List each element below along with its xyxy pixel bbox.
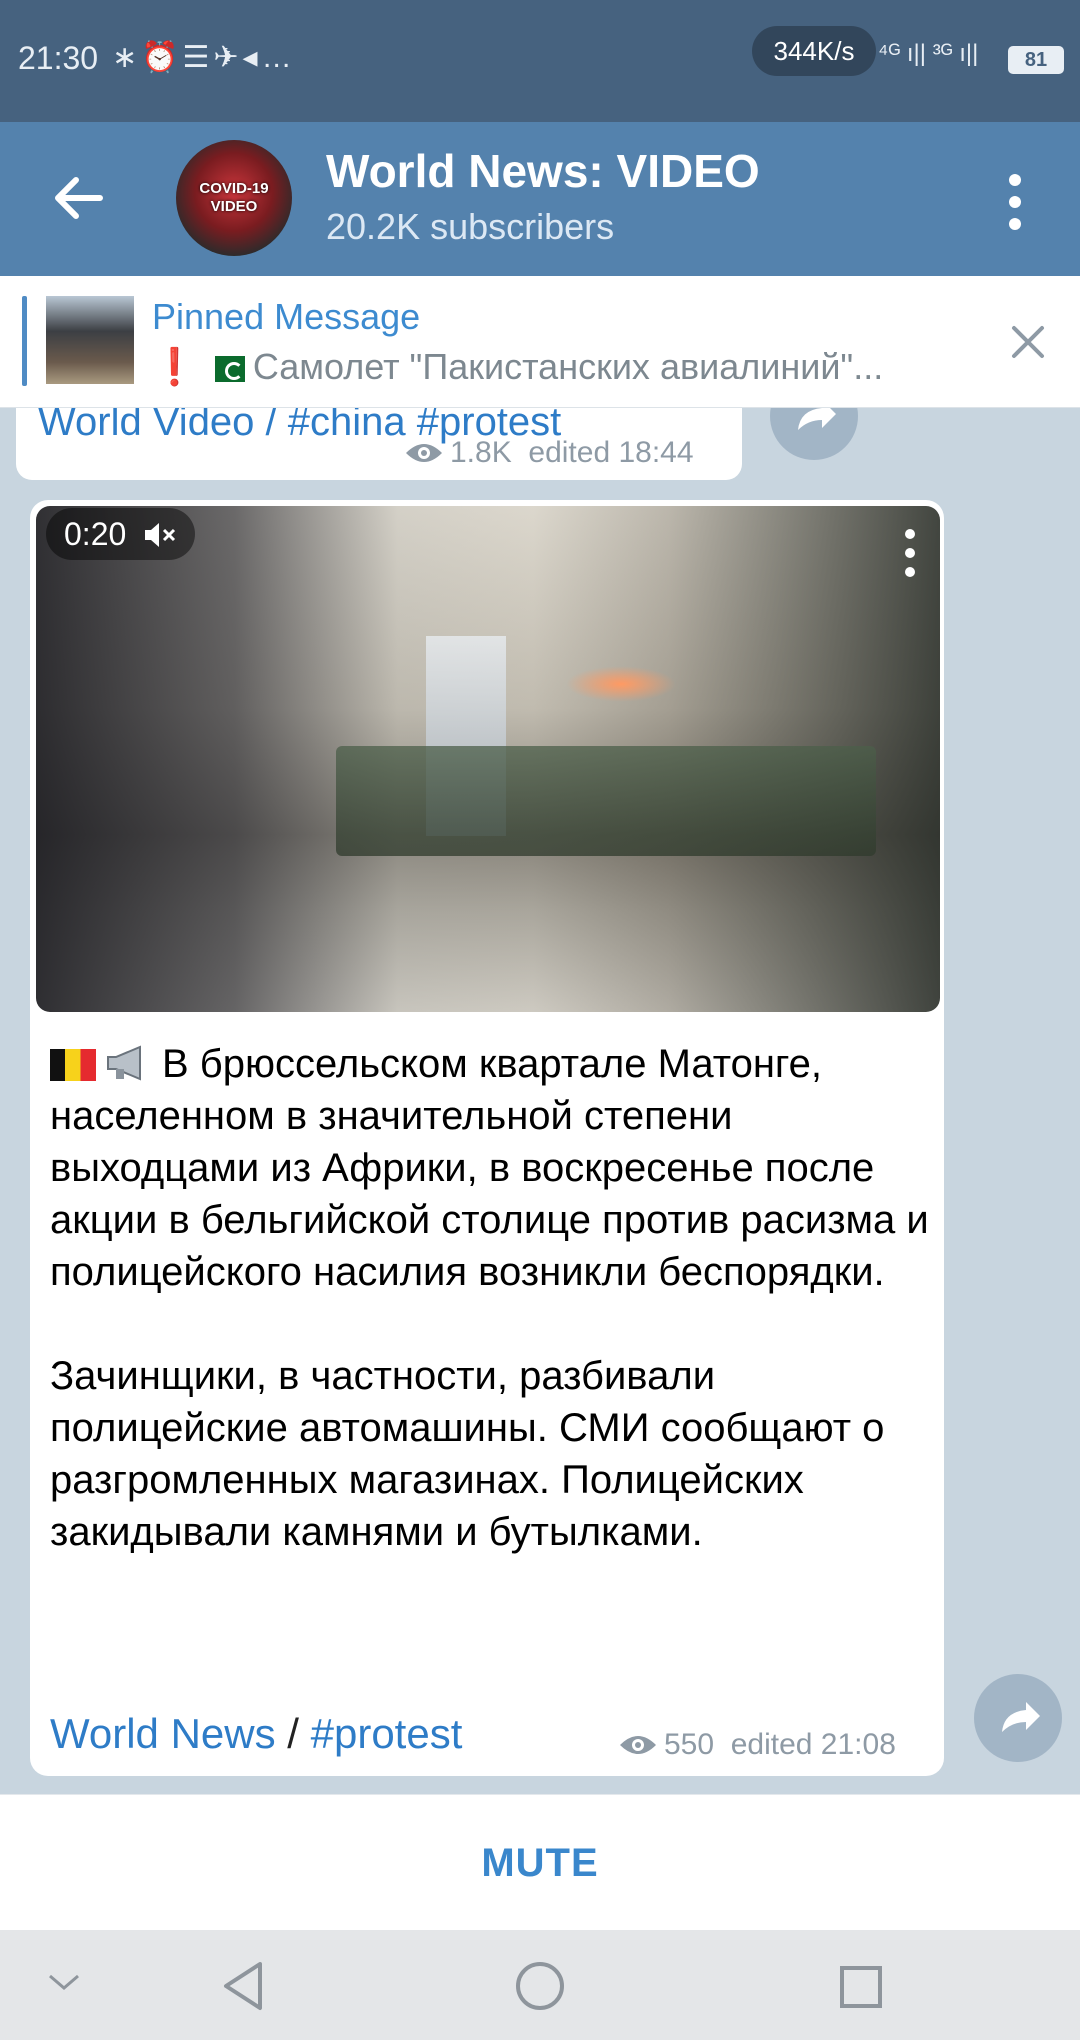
- back-triangle-icon[interactable]: [216, 1958, 272, 2019]
- muted-speaker-icon: [145, 523, 176, 547]
- previous-message-meta: 1.8K edited 18:44: [404, 436, 694, 470]
- paragraph-1-text: В брюссельском квартале Матонге, населен…: [50, 1042, 929, 1294]
- pinned-message-bar[interactable]: Pinned Message ❗ Самолет "Пакистанских ав…: [0, 276, 1080, 408]
- video-player[interactable]: [36, 506, 940, 1012]
- pinned-thumbnail: [46, 296, 134, 384]
- megaphone-icon: [107, 1045, 141, 1081]
- share-button[interactable]: [770, 408, 858, 460]
- signal-icons: ⁴ᴳ ı|| ³ᴳ ı||: [878, 40, 979, 67]
- link-world-news[interactable]: World News: [50, 1710, 276, 1757]
- close-icon[interactable]: [1010, 324, 1046, 360]
- previous-edited: edited 18:44: [528, 436, 694, 469]
- video-frame-detail: [336, 746, 876, 856]
- belgium-flag-icon: [50, 1049, 96, 1081]
- chat-header: COVID-19 VIDEO World News: VIDEO 20.2K s…: [0, 122, 1080, 276]
- status-bar: 21:30 ∗⏰☰✈◂… 344K/s ⁴ᴳ ı|| ³ᴳ ı|| 81: [0, 0, 1080, 122]
- exclamation-icon: ❗: [152, 346, 197, 387]
- edited-time: edited 21:08: [730, 1728, 896, 1761]
- hide-keyboard-icon[interactable]: [46, 1970, 82, 1999]
- share-icon: [798, 408, 836, 430]
- video-more-icon[interactable]: [898, 528, 922, 578]
- mute-button[interactable]: MUTE: [0, 1841, 1080, 1886]
- pinned-preview: ❗ Самолет "Пакистанских авиалиний"...: [152, 346, 952, 388]
- video-duration: 0:20: [64, 516, 127, 552]
- previous-views: 1.8K: [450, 436, 512, 469]
- status-time: 21:30: [18, 40, 99, 76]
- home-circle-icon[interactable]: [512, 1958, 568, 2019]
- recents-square-icon[interactable]: [836, 1962, 886, 2017]
- pakistan-flag-icon: [204, 356, 245, 382]
- share-icon: [1002, 1702, 1040, 1732]
- notification-icons: ∗⏰☰✈◂…: [112, 41, 296, 74]
- video-frame-detail: [566, 666, 676, 702]
- pinned-accent-line: [22, 296, 27, 386]
- link-hashtag-protest[interactable]: #protest: [311, 1710, 463, 1757]
- link-separator: /: [287, 1710, 299, 1757]
- video-duration-badge[interactable]: 0:20: [46, 508, 196, 560]
- message-text: В брюссельском квартале Матонге, населен…: [50, 1038, 930, 1558]
- views-icon: [620, 1736, 656, 1754]
- message-meta: 550 edited 21:08: [618, 1728, 896, 1762]
- avatar-label: COVID-19 VIDEO: [199, 180, 269, 215]
- pinned-title: Pinned Message: [152, 296, 421, 337]
- channel-avatar[interactable]: COVID-19 VIDEO: [176, 140, 292, 256]
- message-links: World News / #protest: [50, 1710, 462, 1758]
- chat-area[interactable]: World Video / #china #protest 1.8K edite…: [0, 408, 1080, 1794]
- views-icon: [406, 444, 442, 462]
- message-paragraph-2: Зачинщики, в частности, разбивали полице…: [50, 1354, 885, 1554]
- battery-icon: 81: [1008, 46, 1064, 74]
- network-speed: 344K/s: [752, 26, 876, 76]
- system-navigation-bar: [0, 1930, 1080, 2040]
- channel-title[interactable]: World News: VIDEO: [326, 144, 760, 198]
- view-count: 550: [664, 1728, 715, 1761]
- subscriber-count: 20.2K subscribers: [326, 206, 615, 247]
- pinned-text: Самолет "Пакистанских авиалиний"...: [252, 346, 884, 387]
- back-arrow-icon[interactable]: [48, 168, 108, 228]
- message-paragraph-1: В брюссельском квартале Матонге, населен…: [50, 1038, 930, 1298]
- more-options-icon[interactable]: [1000, 172, 1030, 232]
- share-button[interactable]: [974, 1674, 1062, 1762]
- mute-bar: MUTE: [0, 1794, 1080, 1930]
